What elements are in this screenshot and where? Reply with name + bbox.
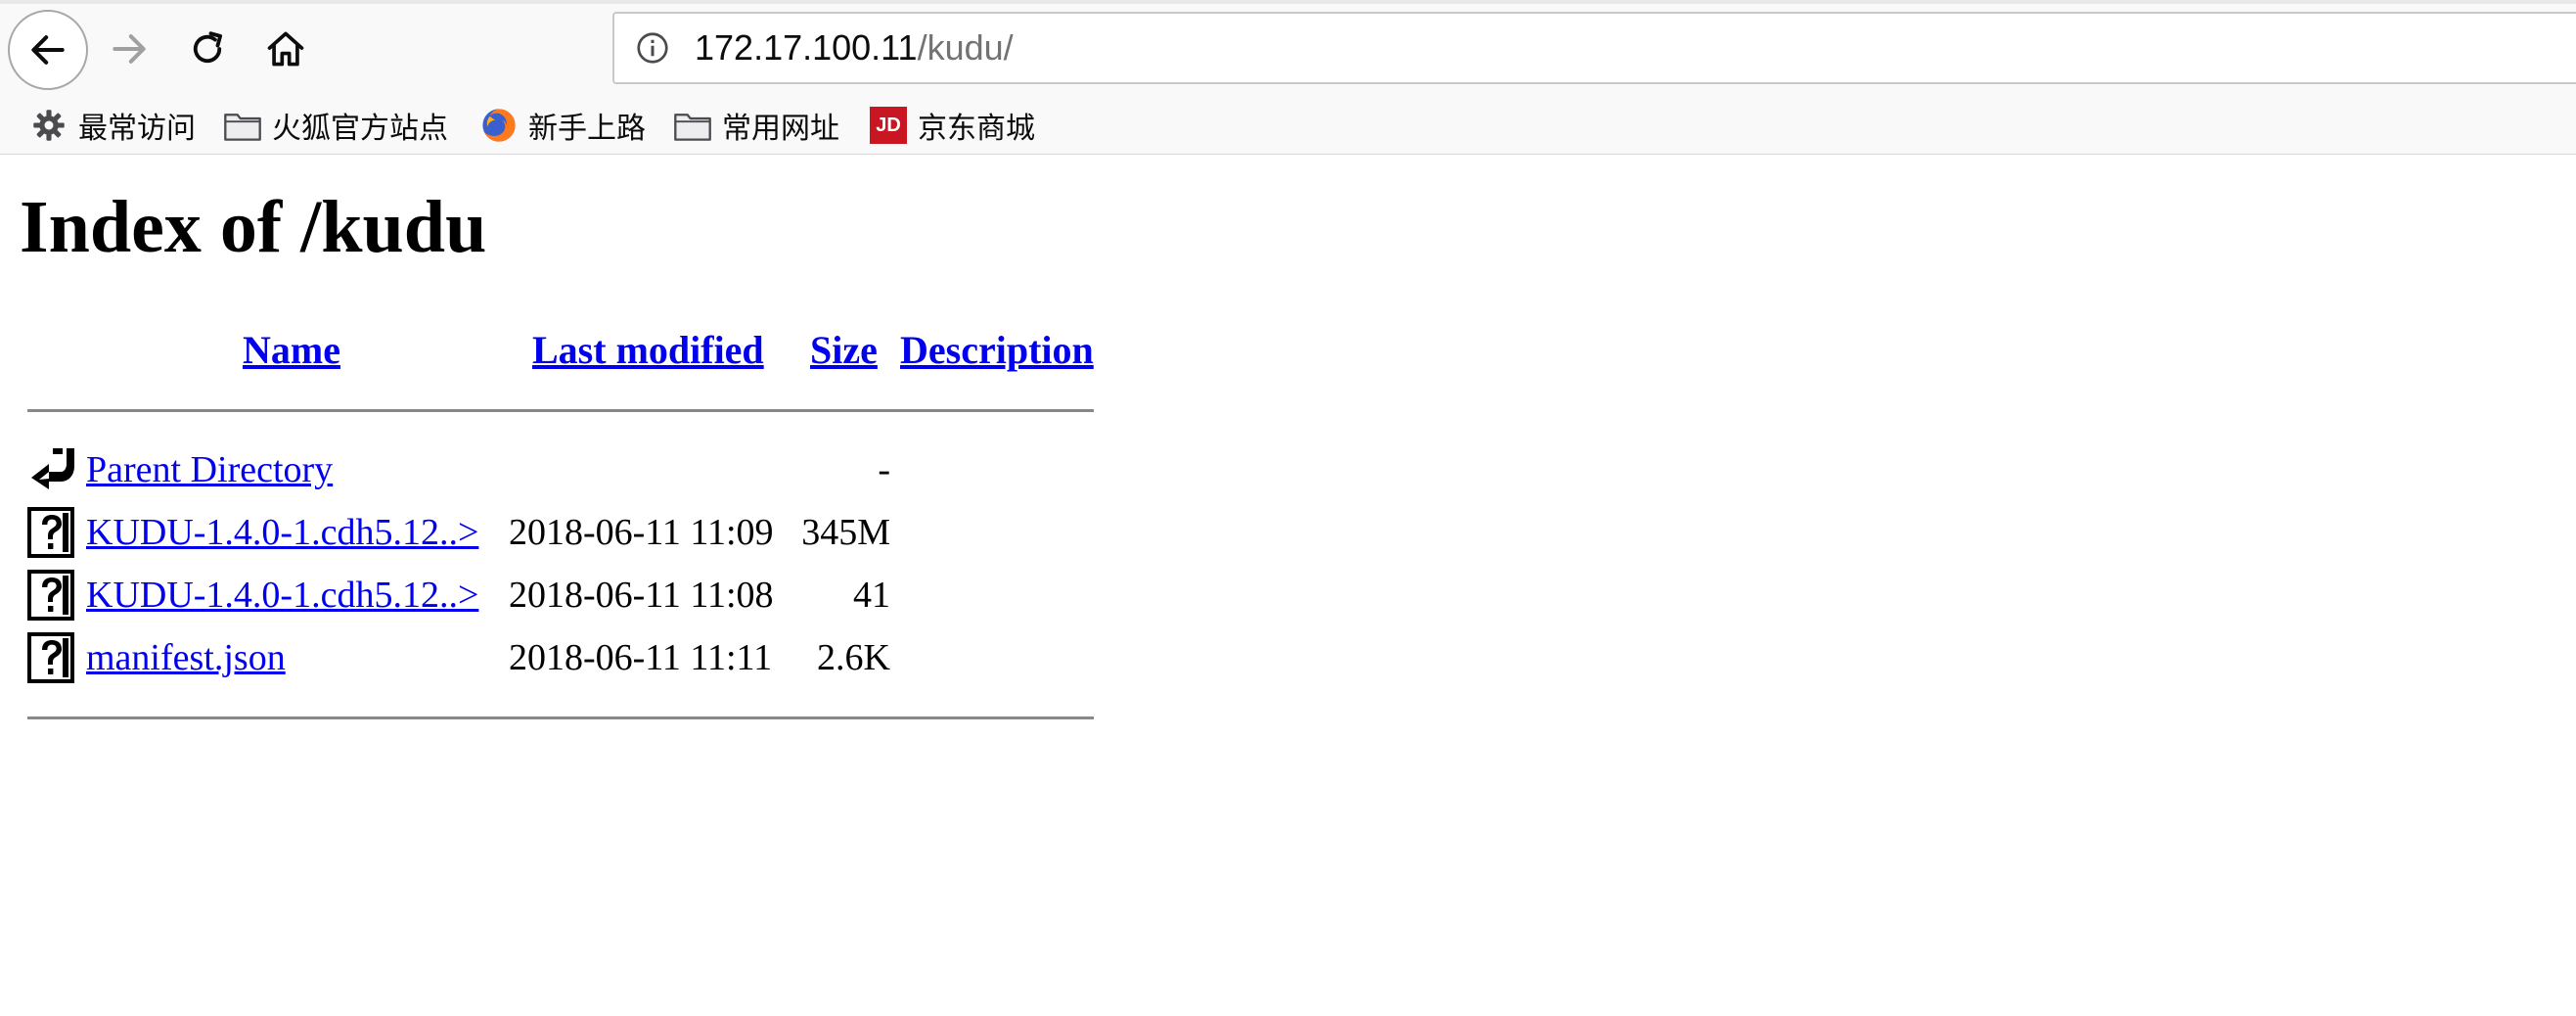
back-arrow-icon <box>31 35 65 65</box>
table-row: KUDU-1.4.0-1.cdh5.12..> 2018-06-11 11:08… <box>0 564 1174 626</box>
page-content: Index of /kudu Name Last modified Size D… <box>0 155 2576 1016</box>
table-row: manifest.json 2018-06-11 11:11 2.6K <box>0 626 1174 689</box>
jd-badge: JD <box>870 107 907 144</box>
firefox-icon <box>479 106 519 145</box>
bookmark-getting-started[interactable]: 新手上路 <box>479 102 646 149</box>
back-arrow-icon <box>31 448 74 489</box>
table-row: KUDU-1.4.0-1.cdh5.12..> 2018-06-11 11:09… <box>0 501 1174 564</box>
reload-button[interactable] <box>178 20 237 78</box>
url-text[interactable]: 172.17.100.11/kudu/ <box>695 14 1014 82</box>
file-link[interactable]: Parent Directory <box>86 439 333 501</box>
url-path: /kudu/ <box>917 27 1014 68</box>
bookmark-jd-mall[interactable]: JD 京东商城 <box>869 102 1035 149</box>
column-header-name[interactable]: Name <box>243 325 340 376</box>
browser-chrome: 172.17.100.11/kudu/ 最常访问 火狐官方站点 新手上路 常用网… <box>0 0 2576 155</box>
bookmark-label: 最常访问 <box>78 112 196 146</box>
jd-icon: JD <box>869 106 908 145</box>
modified-cell: 2018-06-11 11:08 <box>509 575 774 616</box>
unknown-file-icon <box>27 570 74 621</box>
bookmark-firefox-official[interactable]: 火狐官方站点 <box>223 102 448 149</box>
gear-icon <box>29 106 68 145</box>
folder-icon <box>223 106 262 145</box>
forward-button[interactable] <box>100 20 158 78</box>
size-cell: 2.6K <box>817 637 890 678</box>
column-header-size[interactable]: Size <box>810 325 878 376</box>
bookmark-label: 京东商城 <box>918 112 1035 146</box>
address-bar[interactable]: 172.17.100.11/kudu/ <box>612 12 2576 84</box>
footer-divider <box>27 716 1094 719</box>
bookmark-label: 火狐官方站点 <box>272 112 448 146</box>
home-icon <box>267 31 304 67</box>
unknown-file-icon <box>27 507 74 558</box>
bookmark-label: 新手上路 <box>528 112 646 146</box>
modified-cell: 2018-06-11 11:09 <box>509 512 774 553</box>
file-link[interactable]: KUDU-1.4.0-1.cdh5.12..> <box>86 564 478 626</box>
navigation-toolbar: 172.17.100.11/kudu/ <box>0 0 2576 98</box>
size-cell: 345M <box>801 512 890 553</box>
bookmark-most-visited[interactable]: 最常访问 <box>29 102 196 149</box>
folder-icon <box>673 106 712 145</box>
table-row: Parent Directory - <box>0 439 1174 501</box>
modified-cell: 2018-06-11 11:11 <box>509 637 773 678</box>
site-info-icon[interactable] <box>634 29 671 67</box>
back-button[interactable] <box>8 10 88 90</box>
column-header-last-modified[interactable]: Last modified <box>532 325 764 376</box>
reload-icon <box>193 31 223 64</box>
file-link[interactable]: manifest.json <box>86 626 286 689</box>
unknown-file-icon <box>27 632 74 683</box>
bookmarks-toolbar: 最常访问 火狐官方站点 新手上路 常用网址 JD 京东商城 <box>0 98 2576 153</box>
size-cell: - <box>878 449 890 490</box>
file-link[interactable]: KUDU-1.4.0-1.cdh5.12..> <box>86 501 478 564</box>
bookmark-label: 常用网址 <box>722 112 839 146</box>
url-host: 172.17.100.11 <box>695 27 918 68</box>
size-cell: 41 <box>853 575 890 616</box>
header-divider <box>27 409 1094 412</box>
home-button[interactable] <box>256 20 315 78</box>
page-title: Index of /kudu <box>20 186 487 268</box>
forward-arrow-icon <box>113 34 146 64</box>
column-header-description[interactable]: Description <box>900 325 1094 376</box>
bookmark-common-sites[interactable]: 常用网址 <box>673 102 839 149</box>
